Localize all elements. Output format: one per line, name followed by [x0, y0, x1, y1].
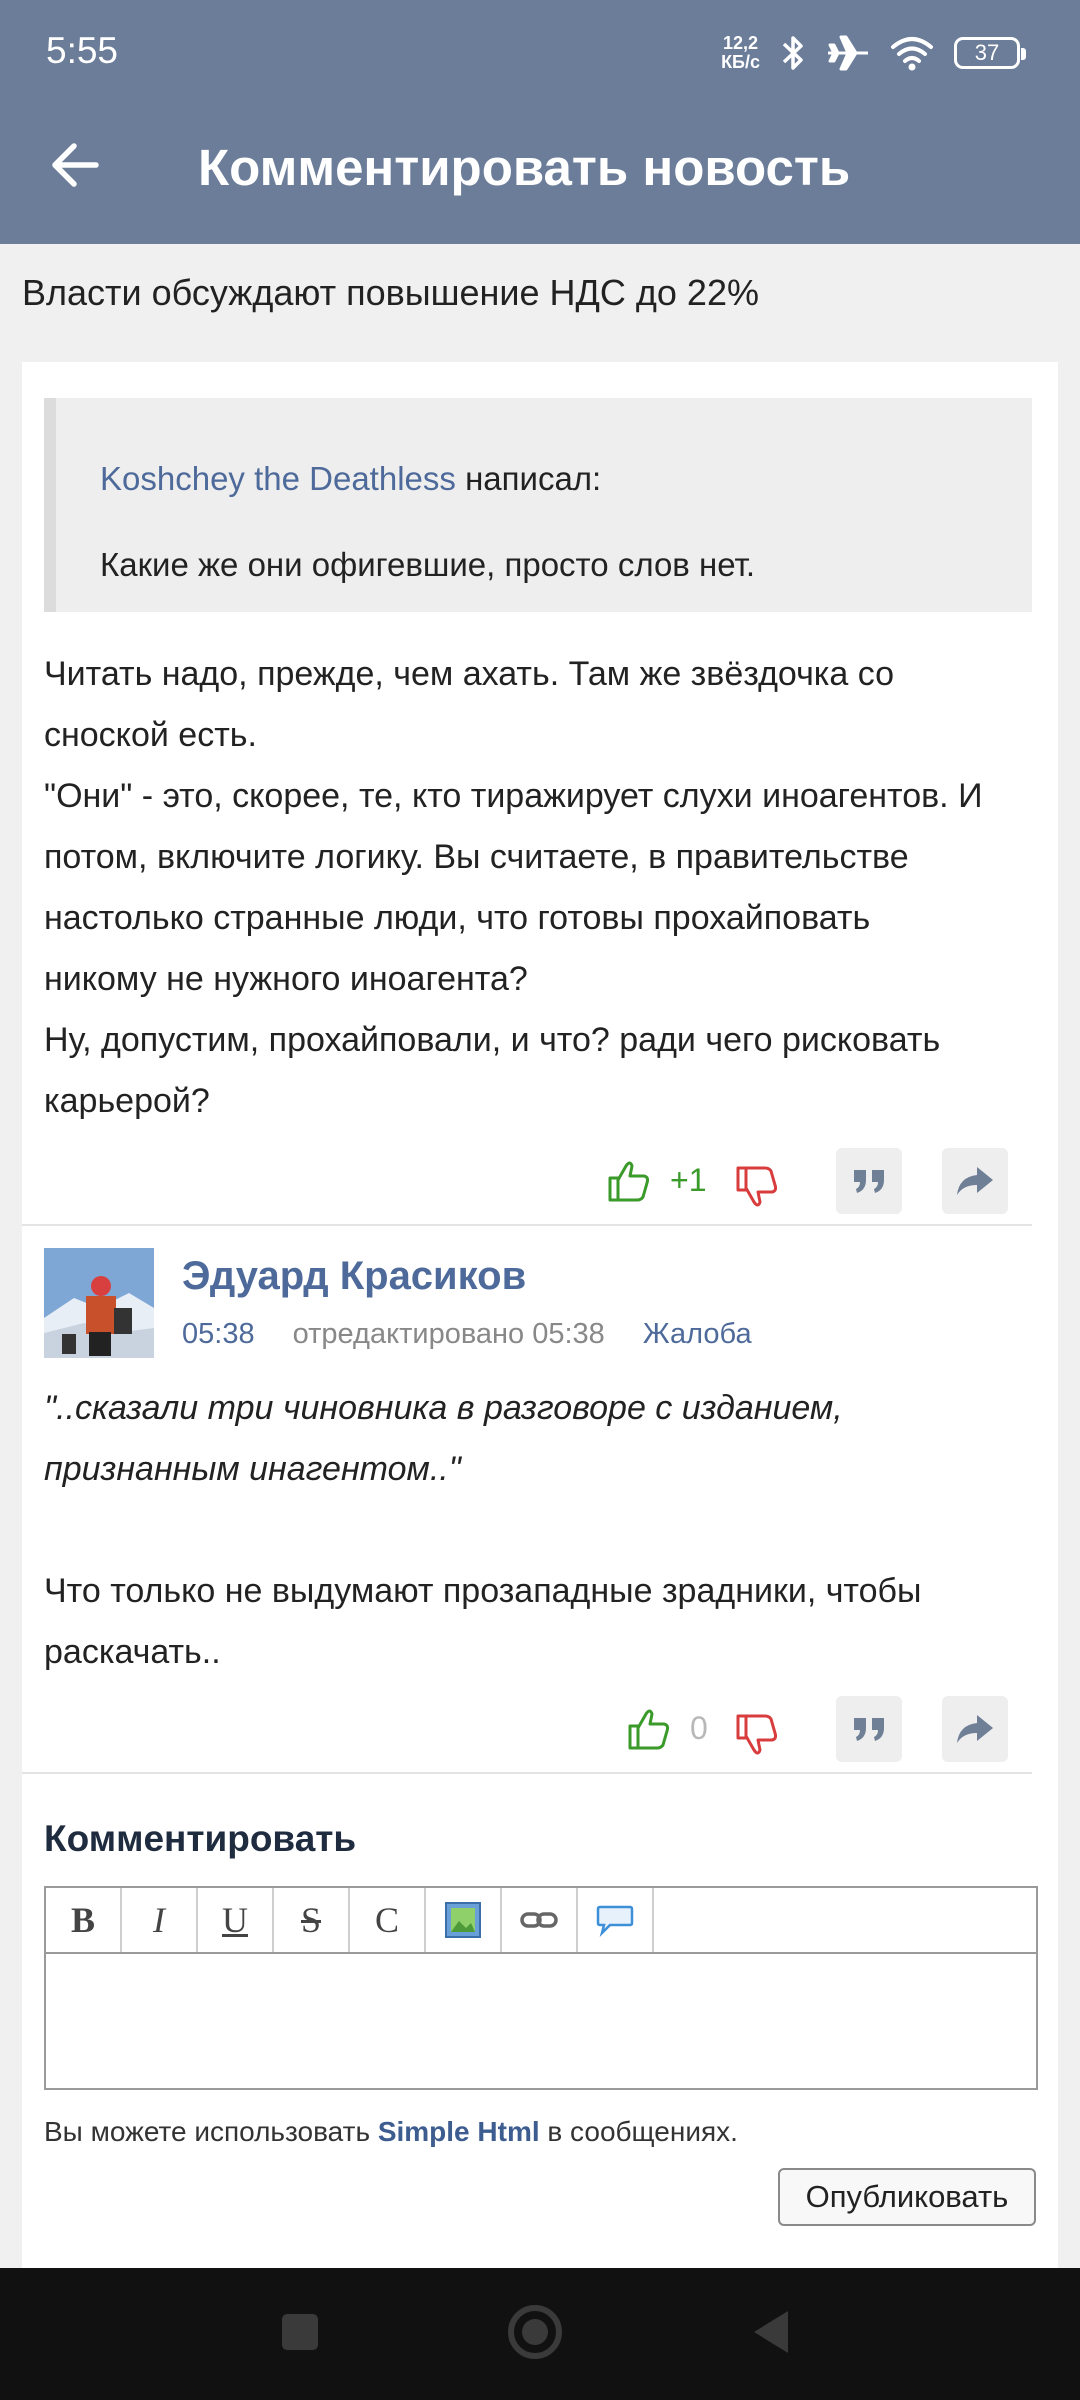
comment-meta: 05:38 отредактировано 05:38 Жалоба: [182, 1318, 752, 1351]
comment-text: "..сказали три чиновника в разговоре с и…: [44, 1378, 1054, 1683]
comment-line: никому не нужного иноагента?: [44, 960, 528, 998]
comments-card: Koshchey the Deathless написал: Какие же…: [22, 362, 1058, 2268]
comment-actions: 0: [22, 1696, 1058, 1766]
back-arrow-icon[interactable]: [46, 134, 108, 196]
publish-button[interactable]: Опубликовать: [778, 2168, 1036, 2226]
format-hint: Вы можете использовать Simple Html в соо…: [44, 2116, 738, 2148]
bold-button[interactable]: B: [46, 1888, 122, 1952]
comment-line: настолько странные люди, что готовы прох…: [44, 899, 871, 937]
quote-reply-button[interactable]: [836, 1148, 902, 1214]
comment-score: 0: [690, 1710, 708, 1746]
system-nav-bar: [0, 2268, 1080, 2400]
comment-divider: [22, 1224, 1032, 1226]
comment-edited-label: отредактировано 05:38: [292, 1318, 605, 1350]
network-speed: 12,2 КБ/с: [721, 34, 760, 72]
news-title: Власти обсуждают повышение НДС до 22%: [22, 272, 759, 313]
underline-button[interactable]: U: [198, 1888, 274, 1952]
insert-image-button[interactable]: [426, 1888, 502, 1952]
simple-html-link[interactable]: Simple Html: [378, 2116, 540, 2147]
insert-quote-button[interactable]: [578, 1888, 654, 1952]
comment-form-title: Комментировать: [44, 1818, 357, 1859]
comment-textarea[interactable]: [46, 1954, 1036, 2088]
home-icon[interactable]: [505, 2302, 565, 2362]
hint-text-after: в сообщениях.: [539, 2116, 738, 2147]
comment-text: Читать надо, прежде, чем ахать. Там же з…: [44, 644, 1054, 1132]
network-speed-value: 12,2: [723, 33, 759, 53]
comment-editor: B I U S C: [44, 1886, 1038, 2090]
comment-blank-line: [44, 1500, 1054, 1561]
strikethrough-button[interactable]: S: [274, 1888, 350, 1952]
thumbs-down-icon[interactable]: [734, 1164, 780, 1210]
comment-line: Читать надо, прежде, чем ахать. Там же з…: [44, 655, 895, 693]
quote-header: Koshchey the Deathless написал:: [100, 460, 601, 498]
italic-button[interactable]: I: [122, 1888, 198, 1952]
speech-bubble-icon: [596, 1905, 634, 1937]
back-nav-icon[interactable]: [750, 2308, 792, 2356]
recent-apps-icon[interactable]: [280, 2312, 320, 2352]
status-icons: 12,2 КБ/с 37: [721, 30, 1026, 76]
airplane-mode-icon: [828, 35, 868, 71]
comment-quote-line: признанным инагентом..": [44, 1450, 461, 1488]
insert-link-button[interactable]: [502, 1888, 578, 1952]
page-title: Комментировать новость: [198, 139, 851, 196]
status-time: 5:55: [46, 30, 119, 71]
hint-text-before: Вы можете использовать: [44, 2116, 378, 2147]
app-bar: 5:55 12,2 КБ/с 37 Комментировать новость: [0, 0, 1080, 244]
share-arrow-icon: [957, 1167, 993, 1195]
thumbs-down-icon[interactable]: [734, 1712, 780, 1758]
quote-reply-button[interactable]: [836, 1696, 902, 1762]
avatar[interactable]: [44, 1248, 154, 1358]
quote-text: Какие же они офигевшие, просто слов нет.: [100, 546, 756, 583]
comment-line: "Они" - это, скорее, те, кто тиражирует …: [44, 777, 983, 815]
quote-author-link[interactable]: Koshchey the Deathless: [100, 460, 456, 497]
editor-toolbar: B I U S C: [46, 1888, 1036, 1954]
share-arrow-icon: [957, 1715, 993, 1743]
status-bar: 5:55 12,2 КБ/с 37: [0, 0, 1080, 110]
comment-line: сноской есть.: [44, 716, 257, 754]
comment-author[interactable]: Эдуард Красиков: [182, 1254, 526, 1299]
quote-wrote-label: написал:: [465, 460, 602, 497]
comment-quote-line: "..сказали три чиновника в разговоре с и…: [44, 1389, 843, 1427]
image-icon: [445, 1902, 481, 1938]
comment-line: карьерой?: [44, 1082, 210, 1120]
avatar-image: [44, 1248, 154, 1358]
battery-level: 37: [974, 40, 1000, 65]
quote-icon: [854, 1170, 884, 1193]
quote-block: Koshchey the Deathless написал: Какие же…: [44, 398, 1032, 612]
quote-icon: [854, 1718, 884, 1741]
thumbs-up-icon[interactable]: [626, 1706, 672, 1752]
comment-time-link[interactable]: 05:38: [182, 1318, 255, 1350]
comment-score: +1: [670, 1162, 707, 1198]
comment-divider: [22, 1772, 1032, 1774]
thumbs-up-icon[interactable]: [606, 1158, 652, 1204]
complaint-link[interactable]: Жалоба: [643, 1318, 752, 1350]
share-button[interactable]: [942, 1148, 1008, 1214]
comment-line: раскачать..: [44, 1633, 221, 1671]
comment-line: Ну, допустим, прохайповали, и что? ради …: [44, 1021, 941, 1059]
bluetooth-icon: [782, 36, 803, 70]
network-speed-unit: КБ/с: [721, 52, 760, 72]
battery-icon: 37: [954, 37, 1026, 69]
link-icon: [520, 1912, 558, 1928]
comment-line: Что только не выдумают прозападные зрадн…: [44, 1572, 922, 1610]
code-button[interactable]: C: [350, 1888, 426, 1952]
share-button[interactable]: [942, 1696, 1008, 1762]
comment-actions: +1: [22, 1148, 1058, 1218]
wifi-icon: [891, 37, 933, 71]
comment-line: потом, включите логику. Вы считаете, в п…: [44, 838, 909, 876]
